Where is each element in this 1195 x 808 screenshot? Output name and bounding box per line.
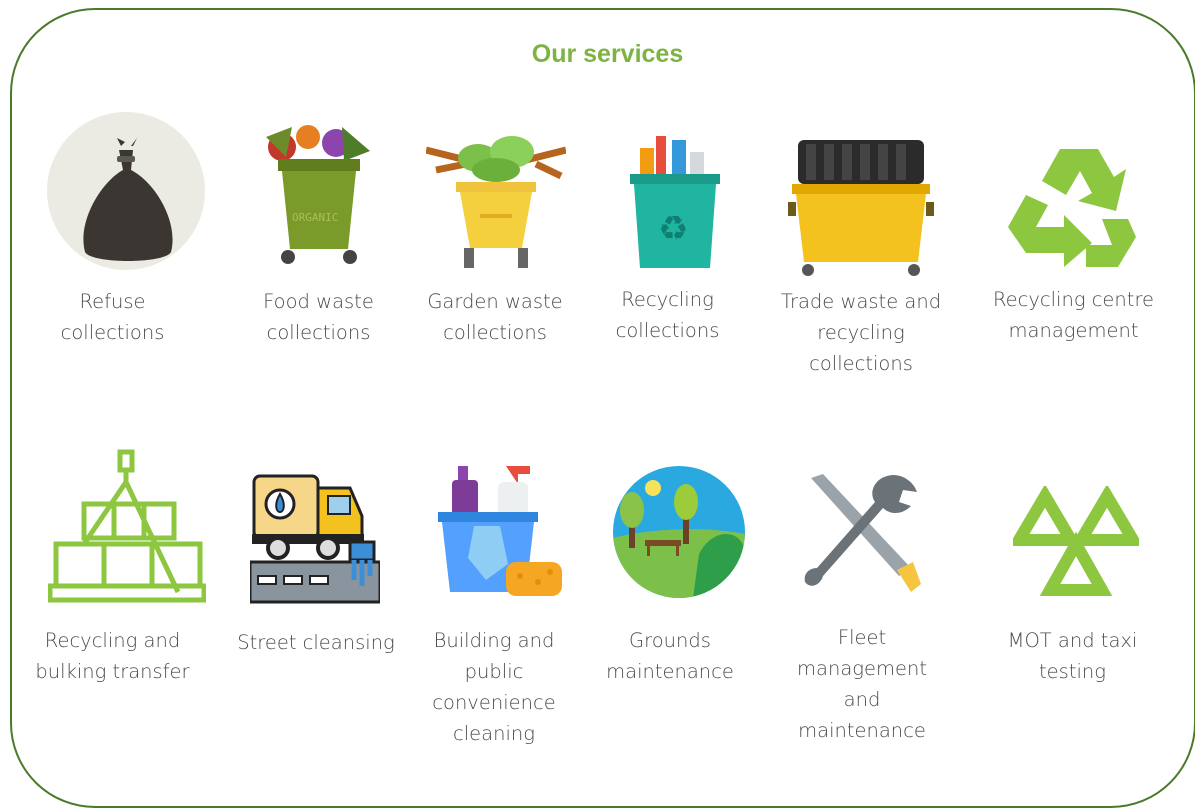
section-title: Our services <box>531 40 684 68</box>
label-building-cleaning: Building and public convenience cleaning <box>414 625 574 749</box>
label-line: recycling <box>817 321 905 344</box>
dumpster-icon <box>788 140 934 276</box>
crane-boxes-icon <box>48 449 206 603</box>
label-recycling-bulking: Recycling and bulking transfer <box>30 625 195 687</box>
label-line: Fleet <box>837 626 887 649</box>
recycling-bin-icon: ♻ <box>630 136 720 268</box>
garden-bin-icon <box>426 136 566 268</box>
label-line: collections <box>809 352 913 375</box>
label-line: Building and <box>433 629 555 652</box>
label-line: Street cleansing <box>237 631 395 654</box>
recycle-symbol-icon <box>1008 149 1136 267</box>
label-garden-waste: Garden waste collections <box>410 286 580 348</box>
label-fleet-management: Fleet management and maintenance <box>782 622 942 746</box>
label-line: collections <box>443 321 547 344</box>
label-line: convenience <box>432 691 556 714</box>
label-line: management <box>1008 319 1139 342</box>
svg-text:♻: ♻ <box>658 209 688 249</box>
label-line: MOT and taxi <box>1007 629 1138 652</box>
mot-triangles-icon <box>1013 486 1139 596</box>
label-line: collections <box>266 321 371 344</box>
label-line: collections <box>615 319 720 342</box>
tools-icon <box>804 474 921 592</box>
label-grounds-maintenance: Grounds maintenance <box>590 625 750 687</box>
label-line: management <box>797 657 927 680</box>
label-refuse: Refuse collections <box>30 286 195 348</box>
organic-bin-icon: ORGANIC <box>266 125 370 264</box>
park-icon <box>613 466 745 598</box>
label-line: public <box>464 660 524 683</box>
cleaning-supplies-icon <box>438 466 562 596</box>
label-line: cleaning <box>453 722 535 745</box>
label-line: Grounds <box>629 629 711 652</box>
label-recycling-collections: Recycling collections <box>585 284 750 346</box>
label-line: Recycling centre <box>992 288 1155 311</box>
label-street-cleansing: Street cleansing <box>232 627 400 658</box>
bin-bag-icon <box>47 112 205 270</box>
street-sweeper-icon <box>250 474 380 604</box>
label-line: Trade waste and <box>780 290 942 313</box>
label-line: testing <box>1039 660 1106 683</box>
label-line: bulking transfer <box>35 660 190 683</box>
label-recycling-centre: Recycling centre management <box>986 284 1161 346</box>
label-mot-taxi: MOT and taxi testing <box>990 625 1155 687</box>
label-line: Recycling and <box>44 629 181 652</box>
label-line: Recycling <box>621 288 714 311</box>
label-food-waste: Food waste collections <box>236 286 401 348</box>
label-line: maintenance <box>606 660 734 683</box>
label-line: maintenance <box>798 719 926 742</box>
label-line: and <box>843 688 881 711</box>
label-line: Food waste <box>263 290 374 313</box>
label-line: Garden waste <box>427 290 563 313</box>
svg-text:ORGANIC: ORGANIC <box>292 211 338 224</box>
label-line: Refuse <box>79 290 146 313</box>
label-trade-waste: Trade waste and recycling collections <box>770 286 952 379</box>
label-line: collections <box>60 321 165 344</box>
